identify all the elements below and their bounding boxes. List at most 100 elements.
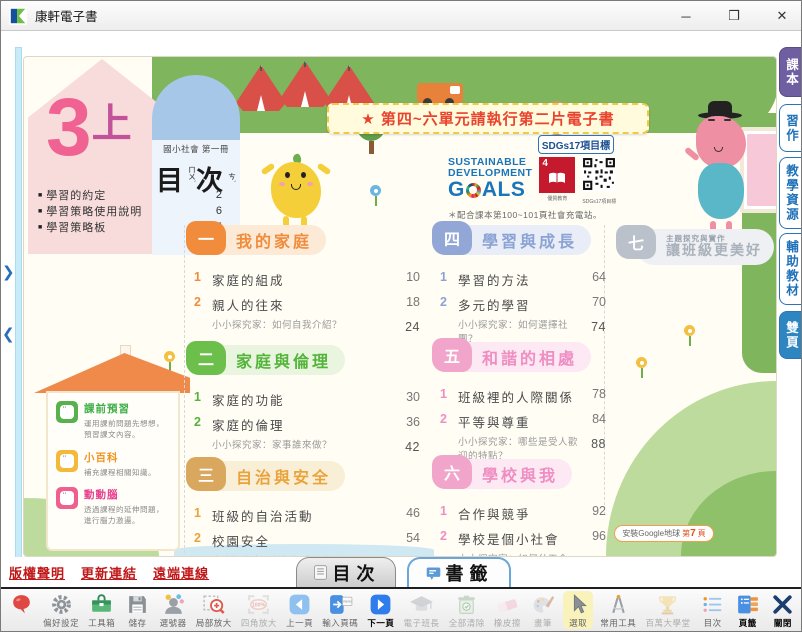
toolbar-item-e-monitor[interactable]: 電子班長 [402,591,442,629]
save-icon [125,591,150,617]
palette-brush-icon [531,591,556,617]
toolbar-item-toc[interactable]: 目次 [698,591,728,629]
graduation-cap-icon [409,591,434,617]
front-matter-item[interactable]: ■學習的約定2 [38,187,222,203]
toc-entry[interactable]: 1家庭的功能30 [192,387,420,412]
sdgs-note: ＊配合課本第100~101頁社會充電站。 [448,209,602,221]
window-title: 康軒電子書 [35,6,98,25]
toolbar-item-next-page[interactable]: 下一頁 [365,591,396,629]
truck [417,83,463,103]
unit-title: 主題探究與實作 讓班級更美好 [636,229,774,265]
toolbar-item-laser-pointer[interactable] [6,591,36,617]
eraser-icon [495,591,520,617]
toolbar-item-select[interactable]: 選取 [563,591,593,629]
toolbar-item-zoom-corner[interactable]: 100% 四角放大 [239,591,279,629]
trophy-icon [655,591,680,617]
toc-entry[interactable]: 2多元的學習70 [438,292,606,317]
toolbar-item-quiz[interactable]: 百萬大學堂 [643,591,692,629]
unit-title: 學習與成長 [452,225,591,255]
update-link[interactable]: 更新連結 [81,563,137,582]
sdgs-logo: SUSTAINABLE DEVELOPMENT GALS [448,157,532,201]
toc-entry[interactable]: 1合作與競爭92 [438,501,606,526]
sdg4-education-icon: 4 [539,157,575,193]
grade-suffix: 上 [92,102,132,146]
encyclopedia-mascot-icon [56,450,78,472]
square-bullet-icon: ■ [38,208,42,215]
bottom-tab-toc[interactable]: 目次 [296,557,396,587]
flower [636,357,647,378]
front-matter-item[interactable]: ■學習策略使用說明6 [38,203,222,219]
kangxuan-logo-icon [9,7,27,25]
unit-number-badge: 五 [432,338,472,372]
brainstorm-mascot-icon [56,487,78,509]
toolbar-item-zoom-area[interactable]: 局部放大 [194,591,234,629]
tab-double-page[interactable]: 雙頁 [779,311,802,359]
sdgs-logo-block: SUSTAINABLE DEVELOPMENT GALS 4 優質教育 [448,157,616,205]
zoom-corner-icon: 100% [246,591,271,617]
footer-row: 版權聲明 更新連結 遠端連線 目次 書籤 [1,557,802,587]
grade-number: 3 [46,82,92,173]
toolbar-item-clear-all[interactable]: 全部清除 [447,591,487,629]
toc-explore-entry[interactable]: 小小探究家：如何自我介紹？24 [192,317,420,335]
toolbox-icon [89,591,114,617]
google-earth-badge[interactable]: 安裝Google地球第7頁 [614,525,714,542]
toc-entry[interactable]: 1班級的自治活動46 [192,503,420,528]
toolbar-item-toolbox[interactable]: 工具箱 [86,591,117,629]
toc-entry[interactable]: 2校園安全54 [192,528,420,553]
bottom-tab-bookmark[interactable]: 書籤 [407,557,511,587]
unit-number-badge: 一 [186,221,226,255]
toc-explore-entry[interactable]: 小小探究家：家事誰來做？42 [192,437,420,455]
unit-block-2: 二家庭與倫理 1家庭的功能30 2家庭的倫理36 小小探究家：家事誰來做？42 [192,345,420,455]
panel-close-chevron-icon[interactable]: ❮ [2,325,15,343]
toolbar-item-page-input[interactable]: menu 輸入頁碼 [320,591,360,629]
tab-supplementary-materials[interactable]: 輔助教材 [779,233,802,305]
toc-entry[interactable]: 2學校是個小社會96 [438,526,606,551]
unit-number-badge: 六 [432,455,472,489]
toolbar-item-number-picker[interactable]: 選號器 [158,591,189,629]
flower [684,325,695,346]
copyright-link[interactable]: 版權聲明 [9,563,65,582]
toc-notebook-icon [312,564,329,581]
toc-entry[interactable]: 1班級裡的人際關係78 [438,384,606,409]
unit-number-badge: 四 [432,221,472,255]
toc-entry[interactable]: 1家庭的組成10 [192,267,420,292]
legend-item: 課前預習運用課前問題先想想，預習課文內容。 [56,401,170,441]
laser-pointer-icon [9,591,34,617]
unit-block-3: 三自治與安全 1班級的自治活動46 2校園安全54 小小探究家：如何訂班級守則？… [192,461,420,557]
unit-block-6: 六學校與我 1合作與競爭92 2學校是個小社會96 小小探究家：如何分工合作？1… [438,459,606,557]
close-button[interactable]: ✕ [773,8,791,24]
toolbar-item-preferences[interactable]: 偏好設定 [41,591,81,629]
toolbar-item-close[interactable]: 關閉 [768,591,798,629]
minimize-button[interactable]: ─ [677,9,695,24]
unit-block-5: 五和諧的相處 1班級裡的人際關係78 2平等與尊重84 小小探究家：哪些是受人歡… [438,342,606,467]
unit-number-badge: 三 [186,457,226,491]
toolbar-item-eraser[interactable]: 橡皮擦 [492,591,523,629]
tab-teaching-resources[interactable]: 教學資源 [779,157,802,229]
bookmark-icon [425,565,442,582]
toc-entry[interactable]: 1學習的方法64 [438,267,606,292]
maximize-button[interactable]: ❒ [725,8,743,24]
number-picker-icon [161,591,186,617]
toolbar-item-page-tabs[interactable]: 頁籤 [733,591,763,629]
zoom-area-icon [201,591,226,617]
unit-notice-banner: ★ 第四~六單元請執行第二片電子書 [327,103,649,134]
toc-entry[interactable]: 2家庭的倫理36 [192,412,420,437]
preview-mascot-icon [56,401,78,423]
legend-item: 小百科補充課程相關知識。 [56,450,170,478]
tab-workbook[interactable]: 習作 [779,104,802,152]
gear-icon [49,591,74,617]
toolbar-item-prev-page[interactable]: 上一頁 [284,591,315,629]
next-page-icon [368,591,393,617]
toc-entry[interactable]: 2平等與尊重84 [438,409,606,434]
remote-connection-link[interactable]: 遠端連線 [153,563,209,582]
close-x-icon [770,591,795,617]
toolbar-item-save[interactable]: 儲存 [122,591,152,629]
tab-textbook[interactable]: 課本 [779,47,802,97]
toc-entry[interactable]: 2親人的往來18 [192,292,420,317]
panel-open-chevron-icon[interactable]: ❯ [2,263,15,281]
sdgs-17-goals-button[interactable]: SDGs17項目標 [538,135,614,154]
toolbar-item-brush[interactable]: 畫筆 [528,591,558,629]
sdg-wheel-icon [466,183,481,198]
workspace: ❯ ❮ 3上 國小社會 第一冊 目ㄇㄨˋ次ㄘˋ [1,31,802,587]
toolbar-item-common-tools[interactable]: 常用工具 [598,591,638,629]
